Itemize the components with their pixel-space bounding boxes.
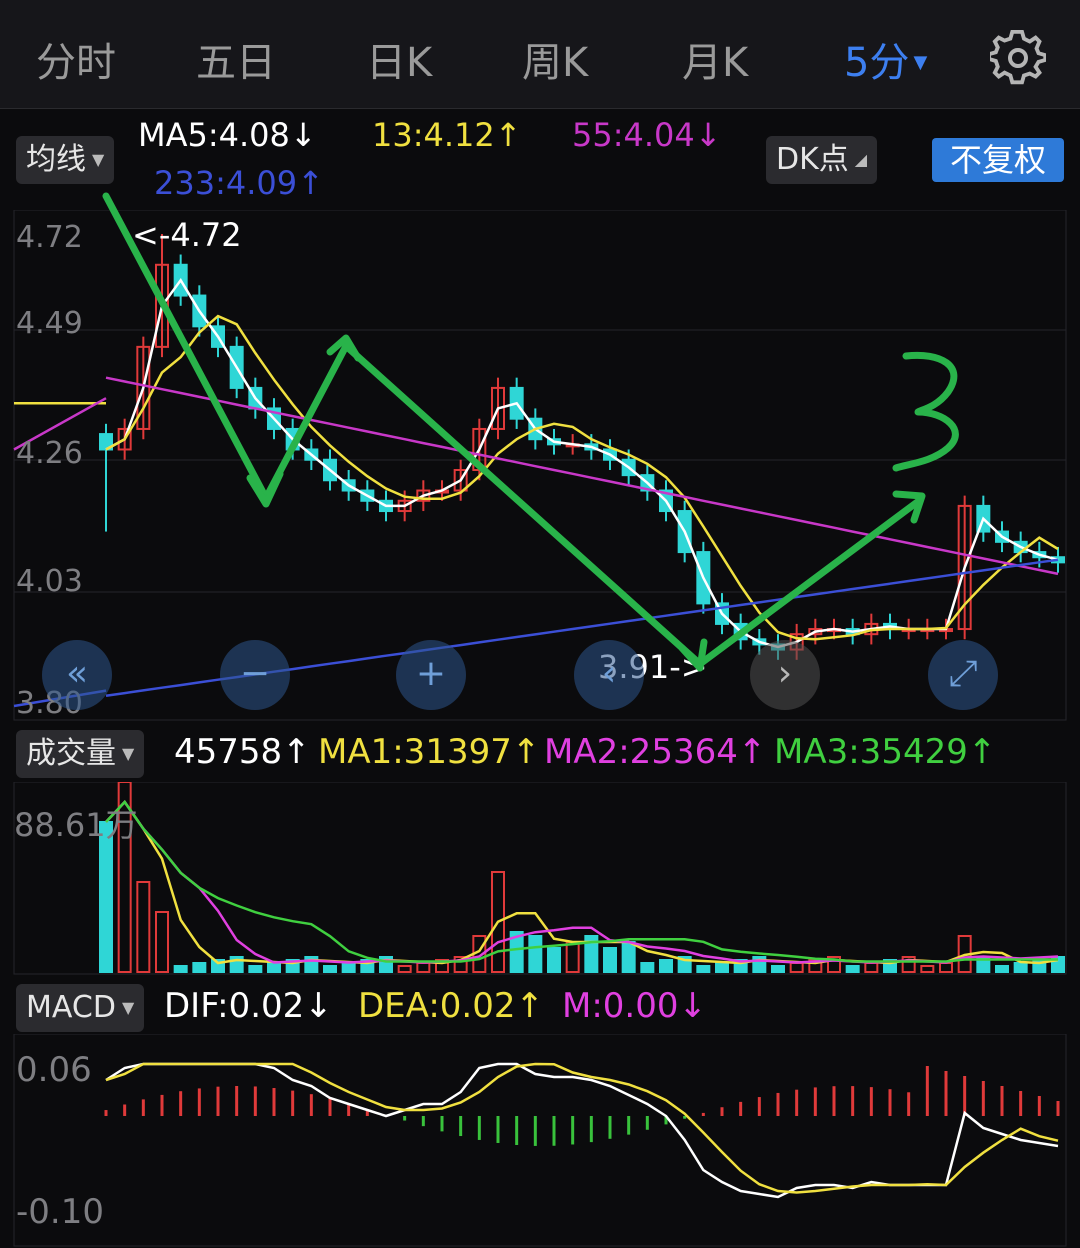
volume-bar — [640, 962, 655, 973]
macd-frame — [13, 1034, 1067, 1247]
volume-chart[interactable] — [0, 782, 1080, 976]
volume-bar — [155, 911, 169, 973]
macd-axis-bottom: -0.10 — [16, 1192, 104, 1232]
volume-bar — [845, 965, 860, 973]
dea-line — [105, 1062, 1059, 1194]
volume-bar — [995, 965, 1009, 973]
volume-ma3: MA3:35429↑ — [774, 732, 997, 772]
volume-bar — [696, 965, 711, 973]
arrow-path — [102, 192, 924, 668]
volume-bar — [621, 941, 636, 973]
volume-bar — [323, 965, 337, 973]
volume-ma2: MA2:25364↑ — [544, 732, 767, 772]
volume-bar — [267, 962, 281, 973]
handwritten-annotation — [102, 192, 959, 672]
macd-dif: DIF:0.02↓ — [164, 986, 333, 1026]
volume-bar — [173, 965, 188, 973]
volume-value: 45758↑ — [174, 732, 311, 772]
volume-ma1: MA1:31397↑ — [318, 732, 541, 772]
volume-bar — [248, 965, 263, 973]
volume-bar — [397, 965, 412, 973]
volume-bar — [920, 965, 935, 973]
volume-selector-dropdown[interactable]: 成交量 ▼ — [16, 730, 145, 778]
volume-bar — [1013, 962, 1028, 973]
volume-axis-max: 88.61万 — [14, 806, 138, 844]
volume-bar — [136, 881, 151, 973]
volume-ma2-line — [105, 800, 1059, 964]
macd-indicator-bar: MACD ▼ DIF:0.02↓ DEA:0.02↑ M:0.00↓ — [0, 984, 1080, 1032]
volume-bar — [789, 962, 804, 973]
volume-bar — [192, 962, 207, 973]
macd-chart[interactable] — [0, 1034, 1080, 1248]
volume-ma1-line — [105, 800, 1059, 965]
dif-line — [105, 1062, 1059, 1199]
macd-selector-label: MACD — [26, 990, 116, 1025]
volume-selector-label: 成交量 — [26, 736, 116, 771]
macd-selector-dropdown[interactable]: MACD ▼ — [16, 984, 145, 1032]
dropdown-triangle-icon: ▼ — [122, 744, 135, 763]
macd-dea: DEA:0.02↑ — [358, 986, 544, 1026]
volume-ma3-line — [105, 800, 1058, 963]
volume-bar — [547, 947, 561, 973]
volume-indicator-bar: 成交量 ▼ 45758↑ MA1:31397↑ MA2:25364↑ MA3:35… — [0, 730, 1080, 778]
volume-bar — [659, 959, 673, 973]
volume-bar — [603, 947, 617, 973]
volume-bar — [939, 962, 953, 973]
volume-bar — [528, 935, 543, 973]
volume-bar — [416, 962, 431, 973]
volume-bar — [565, 941, 580, 973]
volume-bar — [341, 962, 356, 973]
volume-bar — [771, 965, 785, 973]
macd-axis-top: 0.06 — [16, 1050, 92, 1090]
number-three-icon — [892, 351, 959, 472]
dropdown-triangle-icon: ▼ — [121, 998, 135, 1017]
volume-bar — [864, 962, 879, 973]
arrowhead-down-icon — [678, 638, 708, 672]
macd-m: M:0.00↓ — [562, 986, 707, 1026]
volume-bar — [715, 962, 729, 973]
